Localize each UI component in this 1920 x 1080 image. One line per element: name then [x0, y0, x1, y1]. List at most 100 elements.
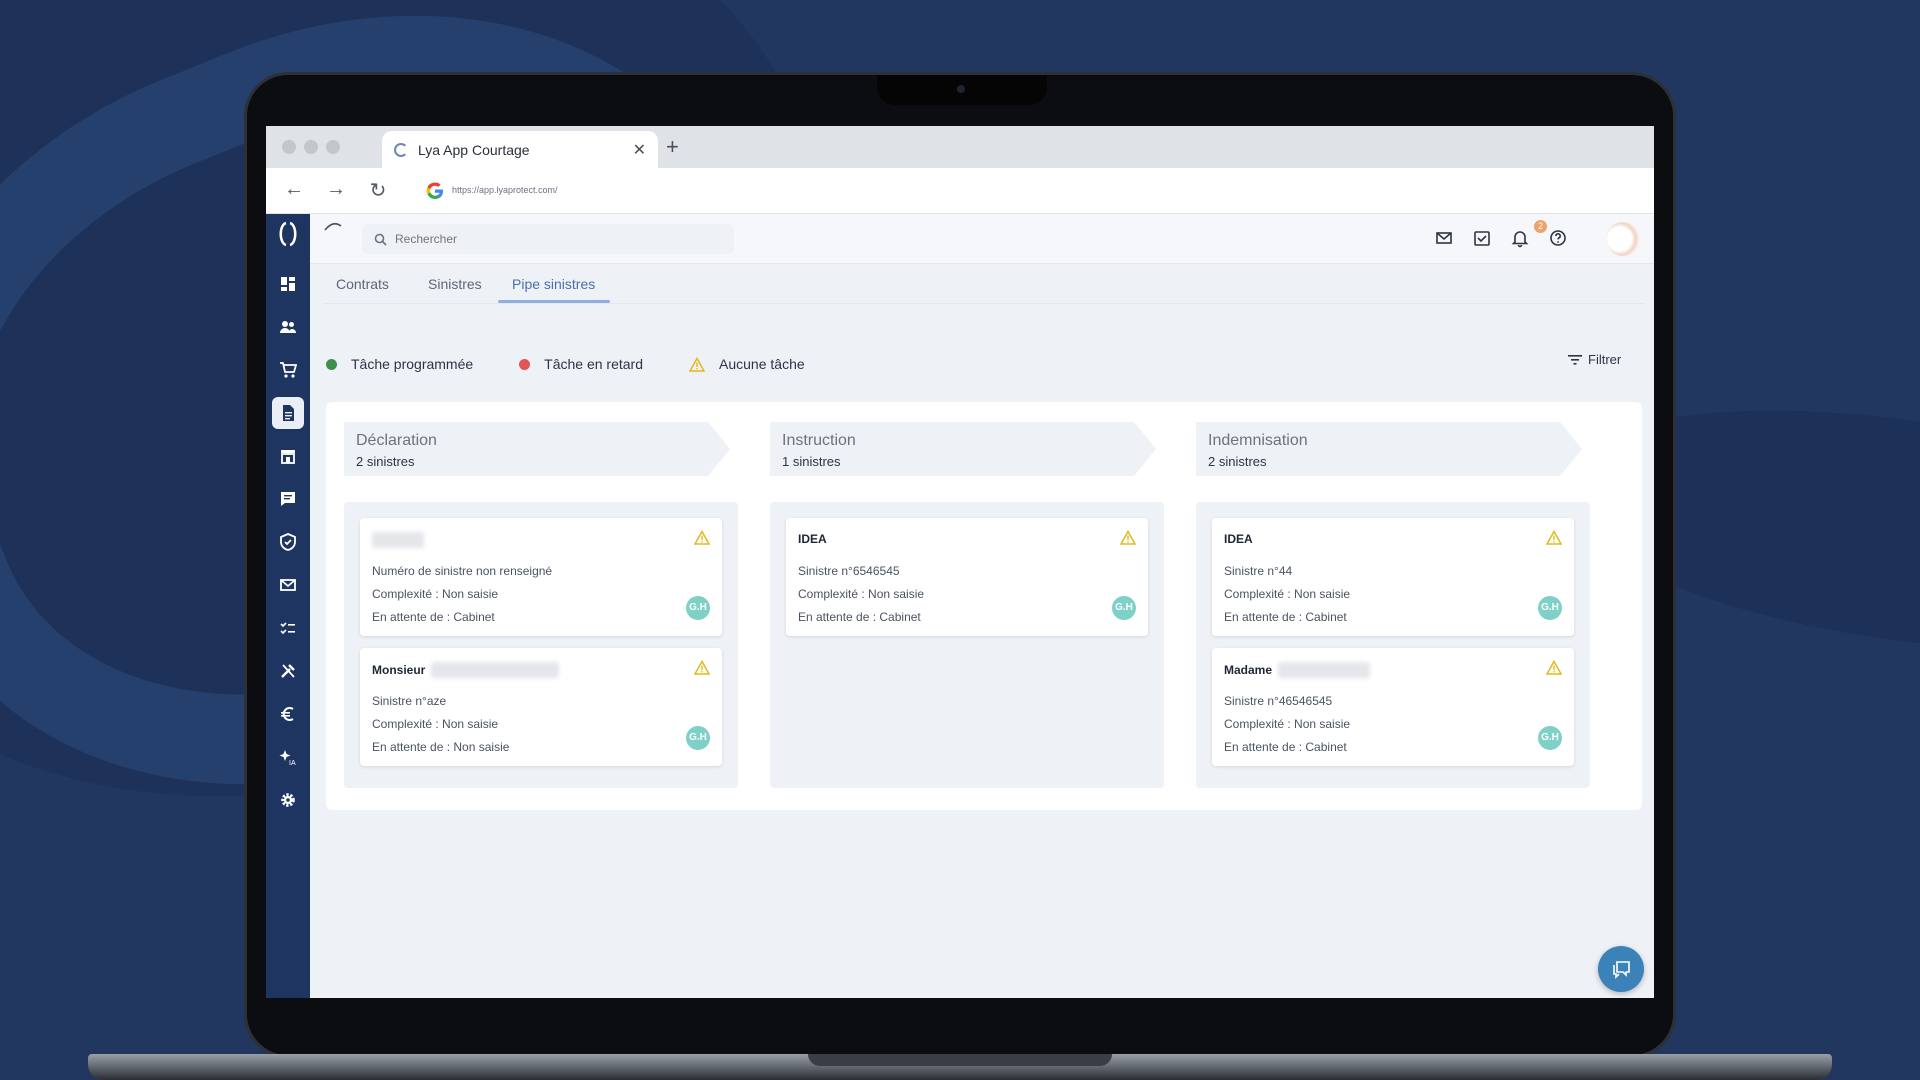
window-close-button[interactable]	[282, 140, 296, 154]
filter-label: Filtrer	[1588, 352, 1622, 367]
column-declaration: Déclaration 2 sinistres Numéro de sinist…	[326, 402, 738, 810]
assignee-avatar[interactable]: G.H	[686, 596, 710, 620]
card-name: Madame	[1224, 662, 1371, 678]
svg-text:IA: IA	[289, 760, 296, 766]
message-icon	[281, 492, 295, 506]
bell-icon[interactable]	[1510, 228, 1530, 248]
loading-arc-icon[interactable]	[322, 220, 344, 232]
task-check-icon[interactable]	[1472, 228, 1492, 248]
warning-icon	[694, 660, 710, 675]
subtabs: Contrats Sinistres Pipe sinistres	[310, 264, 1654, 304]
window-maximize-button[interactable]	[326, 140, 340, 154]
card-complexity: Complexité : Non saisie	[798, 587, 925, 601]
card-complexity: Complexité : Non saisie	[1224, 587, 1351, 601]
sidebar-item-users[interactable]	[272, 311, 304, 343]
claim-card[interactable]: Madame Sinistre n°46546545 Complexité : …	[1212, 648, 1574, 766]
tab-sinistres[interactable]: Sinistres	[428, 276, 482, 292]
claim-card[interactable]: Monsieur Sinistre n°aze Complexité : Non…	[360, 648, 722, 766]
search-icon	[374, 233, 387, 246]
card-name: IDEA	[1224, 532, 1253, 546]
sidebar-item-tasks[interactable]	[272, 612, 304, 644]
active-tab-indicator	[498, 300, 610, 303]
browser-tab[interactable]: Lya App Courtage ✕	[382, 131, 658, 168]
lya-logo-icon[interactable]	[274, 220, 302, 248]
mail-icon[interactable]	[1434, 228, 1454, 248]
mail-icon	[280, 579, 296, 591]
forward-button[interactable]: →	[324, 178, 348, 201]
tasks-badge: 2	[1534, 220, 1547, 233]
sidebar-item-store[interactable]	[272, 440, 304, 472]
screen: Lya App Courtage ✕ + ← → ↻ https://app.l…	[266, 126, 1654, 998]
sidebar-item-cart[interactable]	[272, 354, 304, 386]
tabs-divider	[324, 303, 1644, 304]
laptop-base	[88, 1054, 1832, 1080]
sidebar-item-mail[interactable]	[272, 569, 304, 601]
sidebar-item-security[interactable]	[272, 526, 304, 558]
new-tab-button[interactable]: +	[666, 134, 679, 160]
url-text[interactable]: https://app.lyaprotect.com/	[452, 185, 558, 195]
column-header: Indemnisation 2 sinistres	[1196, 422, 1582, 476]
card-name: Monsieur	[372, 662, 560, 678]
sidebar-item-ai[interactable]: IA	[272, 741, 304, 773]
document-icon	[283, 405, 294, 421]
euro-icon	[281, 707, 294, 721]
back-button[interactable]: ←	[282, 178, 306, 201]
card-waiting-for: En attente de : Non saisie	[372, 740, 510, 754]
column-body: IDEA Sinistre n°6546545 Complexité : Non…	[770, 502, 1164, 788]
sidebar-item-claims[interactable]	[272, 397, 304, 429]
card-waiting-for: En attente de : Cabinet	[372, 610, 495, 624]
sidebar-item-tools[interactable]	[272, 655, 304, 687]
column-title: Indemnisation	[1208, 432, 1308, 449]
reload-button[interactable]: ↻	[366, 178, 390, 203]
redacted-name	[372, 532, 424, 548]
sidebar-item-finance[interactable]	[272, 698, 304, 730]
tab-pipe-sinistres[interactable]: Pipe sinistres	[512, 276, 595, 292]
column-count: 2 sinistres	[356, 454, 415, 469]
redacted-name	[431, 662, 560, 678]
chat-icon	[1613, 961, 1630, 979]
user-avatar[interactable]	[1606, 222, 1640, 256]
tab-contrats[interactable]: Contrats	[336, 276, 389, 292]
card-claim-number: Sinistre n°44	[1224, 564, 1293, 578]
assignee-avatar[interactable]: G.H	[1112, 596, 1136, 620]
search-input[interactable]	[395, 232, 715, 246]
legend-scheduled: Tâche programmée	[326, 356, 473, 372]
card-claim-number: Sinistre n°6546545	[798, 564, 900, 578]
card-complexity: Complexité : Non saisie	[1224, 717, 1351, 731]
tools-icon	[281, 664, 295, 678]
filter-button[interactable]: Filtrer	[1568, 352, 1621, 367]
assignee-avatar[interactable]: G.H	[686, 726, 710, 750]
search-box[interactable]	[362, 224, 734, 254]
column-instruction: Instruction 1 sinistres IDEA Sinistre n°…	[752, 402, 1164, 810]
assignee-avatar[interactable]: G.H	[1538, 596, 1562, 620]
claim-card[interactable]: Numéro de sinistre non renseigné Complex…	[360, 518, 722, 636]
users-icon	[280, 321, 296, 333]
store-icon	[281, 450, 295, 464]
green-dot-icon	[326, 358, 337, 370]
legend-scheduled-label: Tâche programmée	[351, 356, 474, 372]
claim-card[interactable]: IDEA Sinistre n°6546545 Complexité : Non…	[786, 518, 1148, 636]
cart-icon	[280, 362, 297, 378]
warning-icon	[1546, 530, 1562, 545]
card-waiting-for: En attente de : Cabinet	[1224, 740, 1347, 754]
sidebar-item-settings[interactable]	[272, 784, 304, 816]
app-favicon-icon	[394, 142, 408, 157]
browser-tabbar: Lya App Courtage ✕ +	[266, 126, 1654, 168]
sidebar-item-messages[interactable]	[272, 483, 304, 515]
sidebar-item-dashboard[interactable]	[272, 268, 304, 300]
help-icon[interactable]	[1548, 228, 1568, 248]
column-header: Instruction 1 sinistres	[770, 422, 1156, 476]
column-body: Numéro de sinistre non renseigné Complex…	[344, 502, 738, 788]
card-waiting-for: En attente de : Cabinet	[1224, 610, 1347, 624]
checklist-icon	[280, 622, 295, 635]
claim-card[interactable]: IDEA Sinistre n°44 Complexité : Non sais…	[1212, 518, 1574, 636]
assignee-avatar[interactable]: G.H	[1538, 726, 1562, 750]
task-legend: Tâche programmée Tâche en retard Aucune …	[326, 356, 851, 372]
warning-icon	[1546, 660, 1562, 675]
chat-button[interactable]	[1598, 946, 1644, 992]
redacted-name	[1278, 662, 1371, 678]
legend-late-label: Tâche en retard	[544, 356, 644, 372]
card-complexity: Complexité : Non saisie	[372, 587, 499, 601]
window-minimize-button[interactable]	[304, 140, 318, 154]
tab-close-icon[interactable]: ✕	[633, 140, 646, 160]
